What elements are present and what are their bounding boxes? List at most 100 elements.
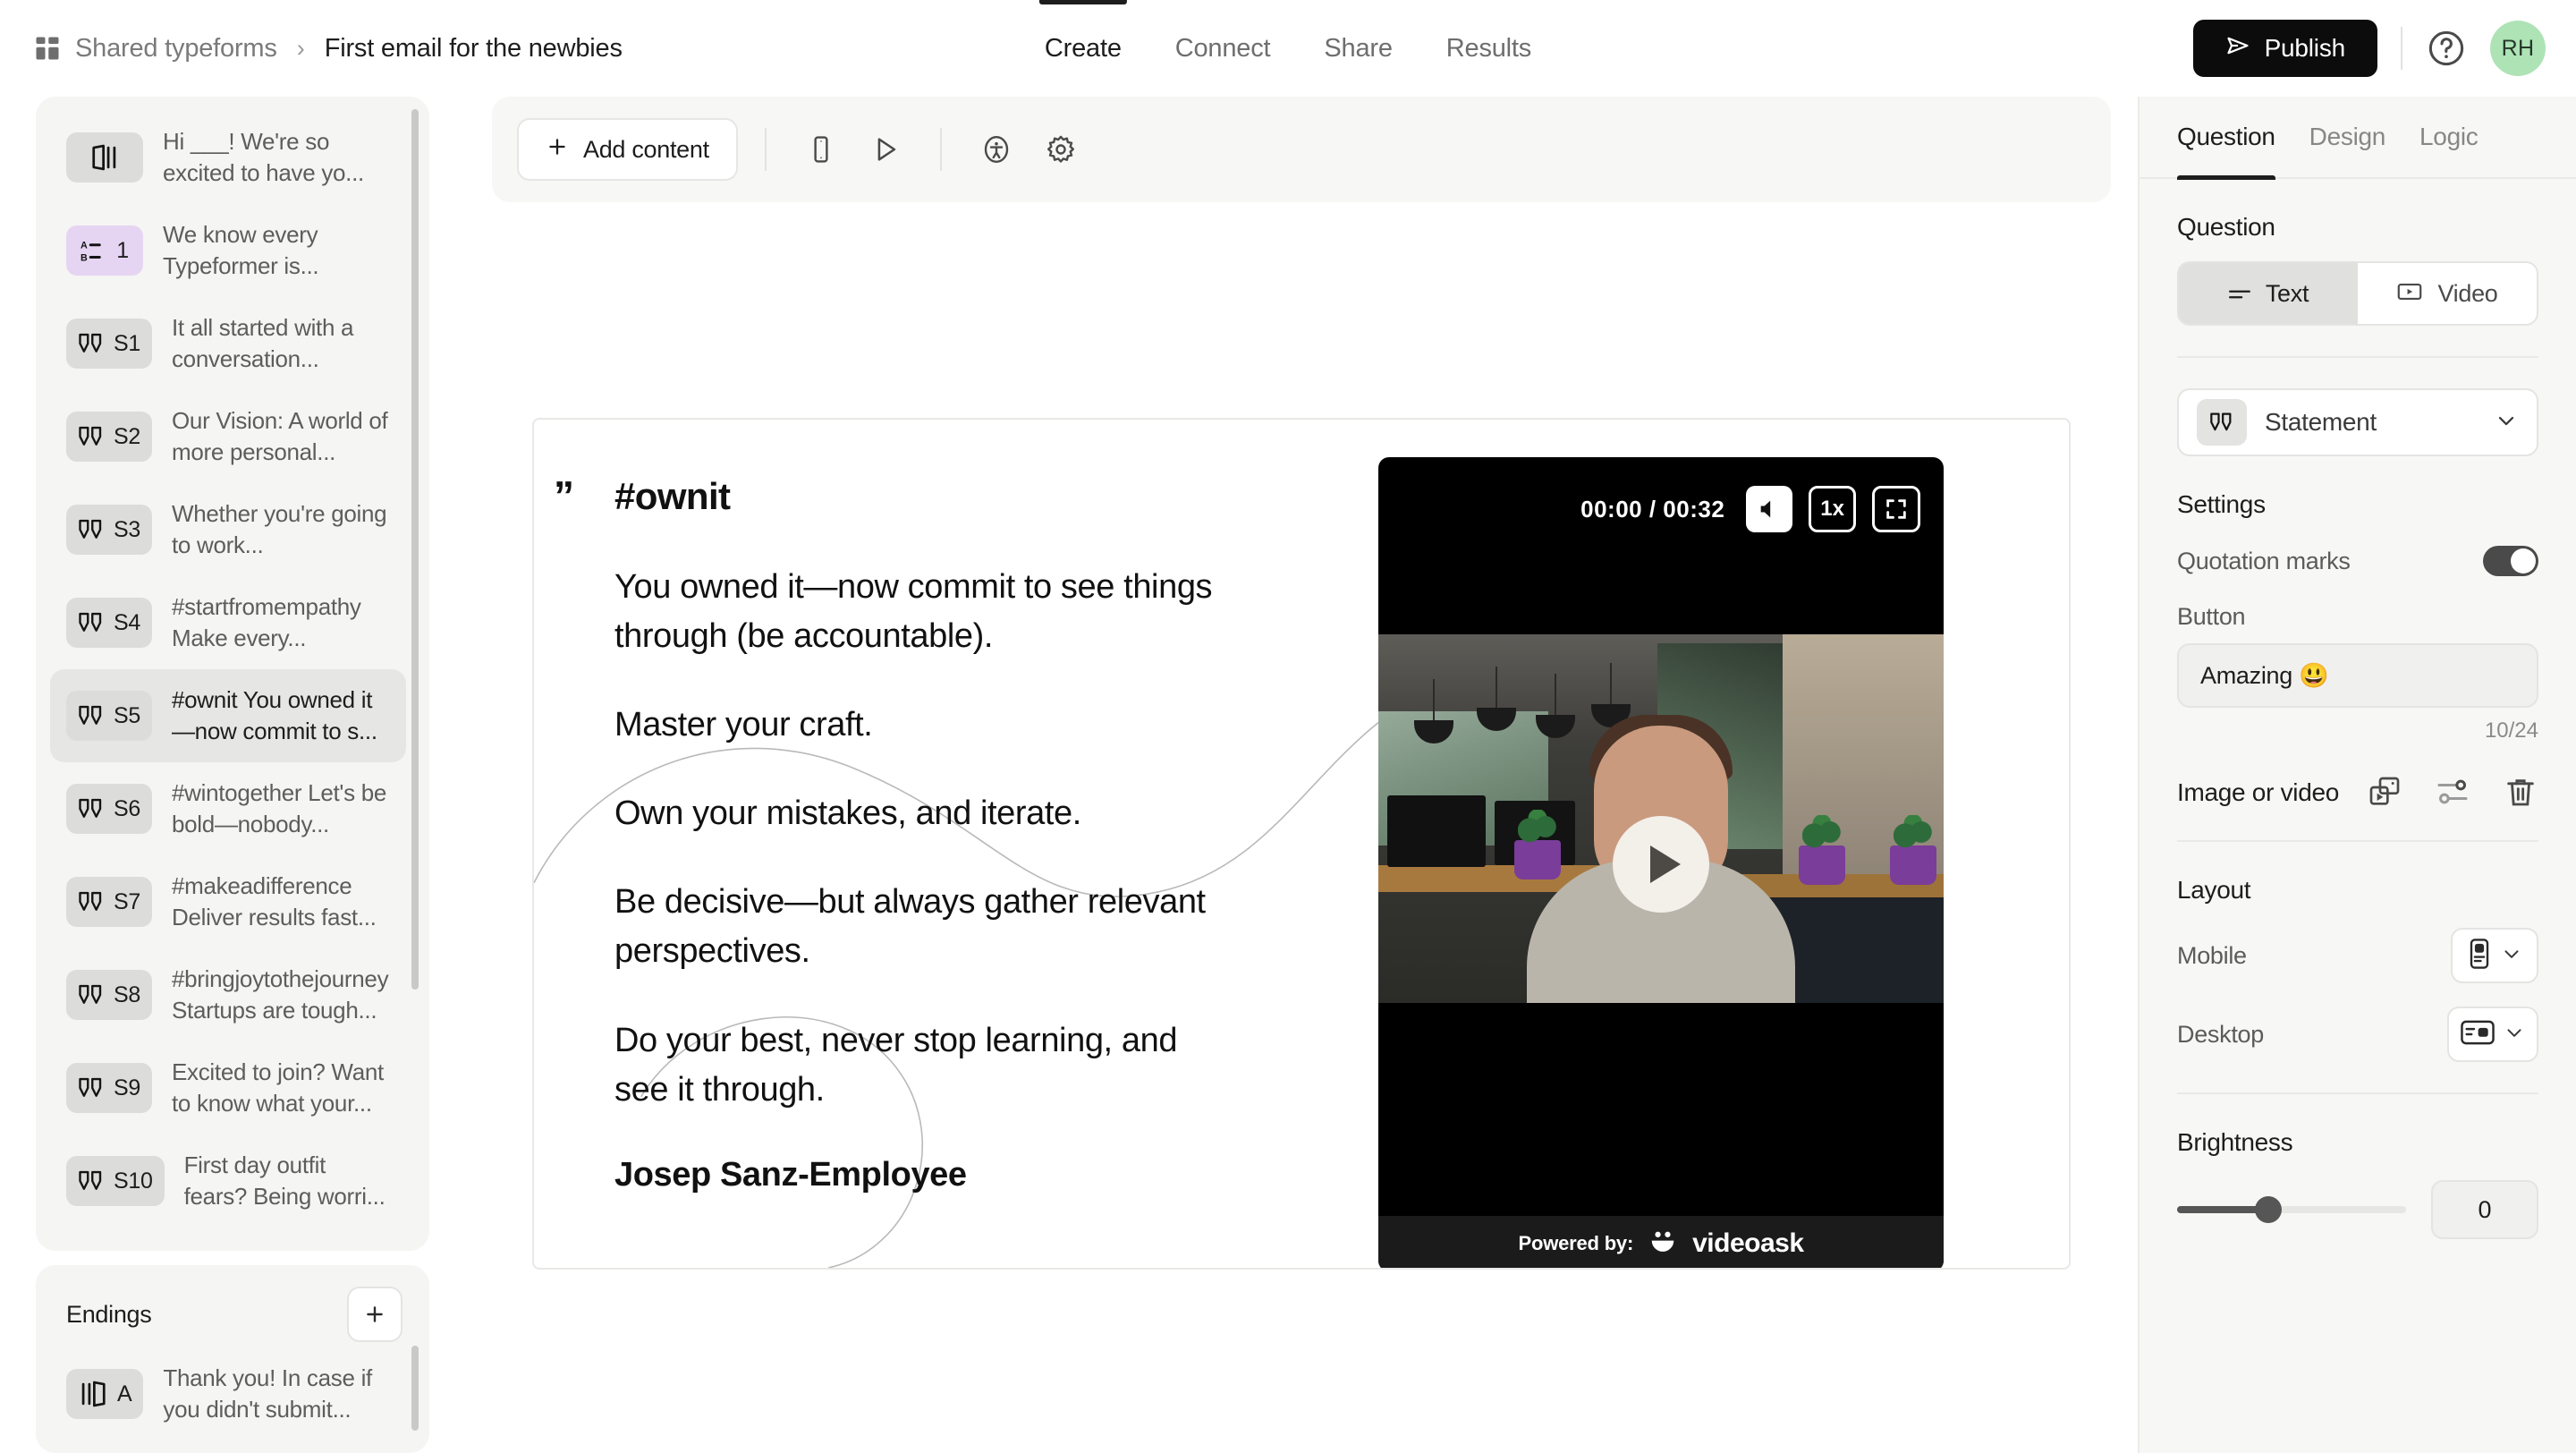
play-preview-icon[interactable] bbox=[858, 122, 913, 177]
fullscreen-icon[interactable] bbox=[1872, 486, 1920, 532]
svg-text:A: A bbox=[80, 241, 88, 251]
mode-video-option[interactable]: Video bbox=[2358, 263, 2537, 324]
slide-preview[interactable]: ” #ownit You owned it—now commit to see … bbox=[532, 418, 2071, 1270]
brightness-value-input[interactable]: 0 bbox=[2431, 1180, 2538, 1239]
sidebar-item-label: Our Vision: A world of more personal... bbox=[171, 407, 388, 465]
play-icon bbox=[1650, 845, 1681, 883]
slide-paragraph: Master your craft. bbox=[614, 706, 873, 744]
settings-gear-icon[interactable] bbox=[1033, 122, 1089, 177]
top-bar: Shared typeforms › First email for the n… bbox=[0, 0, 2576, 97]
question-list-scrollbar[interactable] bbox=[411, 109, 424, 1238]
sidebar-item-s4[interactable]: S4 #startfromempathy Make every... bbox=[50, 576, 406, 669]
playback-speed-button[interactable]: 1x bbox=[1809, 486, 1856, 532]
brightness-control: 0 bbox=[2177, 1180, 2538, 1239]
sidebar-item-badge: S4 bbox=[114, 609, 140, 635]
breadcrumb-root-link[interactable]: Shared typeforms bbox=[75, 34, 277, 64]
sidebar-item-badge: 1 bbox=[116, 237, 129, 263]
mobile-layout-label: Mobile bbox=[2177, 941, 2247, 969]
nav-tab-connect[interactable]: Connect bbox=[1175, 0, 1271, 97]
quote-icon: S7 bbox=[66, 877, 152, 927]
slide-author: Josep Sanz-Employee bbox=[614, 1155, 967, 1194]
adjust-media-icon[interactable] bbox=[2435, 774, 2470, 810]
quotation-marks-toggle[interactable] bbox=[2483, 546, 2538, 576]
breadcrumb: Shared typeforms › First email for the n… bbox=[34, 34, 623, 64]
quote-icon: S10 bbox=[66, 1156, 165, 1206]
sidebar-item-s1[interactable]: S1 It all started with a conversation... bbox=[50, 297, 406, 390]
properties-tabs: Question Design Logic bbox=[2140, 96, 2576, 180]
breadcrumb-current-title[interactable]: First email for the newbies bbox=[325, 34, 623, 64]
sidebar-item-s9[interactable]: S9 Excited to join? Want to know what yo… bbox=[50, 1041, 406, 1134]
media-actions bbox=[2367, 774, 2538, 810]
sidebar-item-badge: S7 bbox=[114, 888, 140, 914]
nav-tab-create[interactable]: Create bbox=[1038, 0, 1127, 97]
volume-icon[interactable] bbox=[1746, 486, 1793, 532]
send-icon bbox=[2225, 33, 2250, 64]
accessibility-icon[interactable] bbox=[969, 122, 1024, 177]
sidebar-item-label: First day outfit fears? Being worri... bbox=[183, 1151, 386, 1210]
ending-item-a[interactable]: A Thank you! In case if you didn't submi… bbox=[50, 1347, 422, 1440]
mode-text-label: Text bbox=[2265, 279, 2309, 307]
mobile-layout-select[interactable] bbox=[2451, 928, 2538, 983]
play-button[interactable] bbox=[1613, 816, 1709, 913]
quote-icon: S1 bbox=[66, 319, 152, 369]
quote-icon: S3 bbox=[66, 505, 152, 555]
brightness-slider[interactable] bbox=[2177, 1196, 2406, 1223]
add-ending-button[interactable] bbox=[347, 1287, 402, 1342]
workspace: Hi ___! We're so excited to have yo... A… bbox=[0, 97, 2576, 1453]
sidebar-item-multiple-choice[interactable]: A B 1 We know every Typeformer is... bbox=[50, 204, 406, 297]
question-list[interactable]: Hi ___! We're so excited to have yo... A… bbox=[50, 111, 422, 1236]
scrollbar-thumb[interactable] bbox=[411, 109, 419, 990]
video-player[interactable]: 00:00 / 00:32 1x Powered by: videoask bbox=[1378, 457, 1944, 1268]
sidebar-item-badge: S10 bbox=[114, 1168, 153, 1194]
add-content-button[interactable]: Add content bbox=[517, 118, 738, 181]
endings-scrollbar[interactable] bbox=[411, 1278, 424, 1440]
breadcrumb-separator: › bbox=[296, 34, 305, 62]
question-type-label: Statement bbox=[2265, 408, 2377, 436]
help-icon[interactable] bbox=[2426, 28, 2467, 69]
divider bbox=[764, 128, 767, 171]
sidebar-item-s8[interactable]: S8 #bringjoytothejourney Startups are to… bbox=[50, 948, 406, 1041]
sidebar-item-s10[interactable]: S10 First day outfit fears? Being worri.… bbox=[50, 1134, 406, 1228]
button-text-input[interactable]: Amazing 😃 bbox=[2177, 643, 2538, 708]
sidebar-item-s3[interactable]: S3 Whether you're going to work... bbox=[50, 483, 406, 576]
question-type-select[interactable]: Statement bbox=[2177, 388, 2538, 456]
playback-speed-label: 1x bbox=[1820, 497, 1844, 521]
settings-section-title: Settings bbox=[2177, 490, 2266, 518]
avatar[interactable]: RH bbox=[2490, 21, 2546, 76]
workspace-grid-icon[interactable] bbox=[34, 35, 61, 62]
divider bbox=[939, 128, 942, 171]
desktop-layout-select[interactable] bbox=[2447, 1007, 2538, 1062]
powered-by-label: Powered by: bbox=[1518, 1232, 1634, 1254]
plus-icon bbox=[546, 135, 569, 165]
endings-title: Endings bbox=[66, 1300, 152, 1328]
slide-paragraph: You owned it—now commit to see things th… bbox=[614, 568, 1213, 656]
tab-question[interactable]: Question bbox=[2177, 96, 2275, 180]
sidebar-item-s5[interactable]: S5 #ownit You owned it—now commit to s..… bbox=[50, 669, 406, 762]
sidebar-item-s6[interactable]: S6 #wintogether Let's be bold—nobody... bbox=[50, 762, 406, 855]
ending-item-label: Thank you! In case if you didn't submit.… bbox=[163, 1364, 372, 1423]
mode-text-option[interactable]: Text bbox=[2179, 263, 2358, 324]
tab-design[interactable]: Design bbox=[2309, 96, 2386, 178]
mobile-preview-icon[interactable] bbox=[793, 122, 849, 177]
canvas-toolbar: Add content bbox=[492, 97, 2111, 202]
question-section-title: Question bbox=[2177, 213, 2275, 241]
tab-logic[interactable]: Logic bbox=[2419, 96, 2479, 178]
desktop-layout-row: Desktop bbox=[2177, 1007, 2538, 1062]
question-mode-toggle: Text Video bbox=[2177, 261, 2538, 326]
scrollbar-thumb[interactable] bbox=[411, 1346, 419, 1432]
video-surface[interactable]: 00:00 / 00:32 1x Powered by: videoask bbox=[1378, 457, 1944, 1268]
divider bbox=[2177, 356, 2538, 358]
delete-media-icon[interactable] bbox=[2503, 774, 2538, 810]
replace-media-icon[interactable] bbox=[2367, 774, 2402, 810]
sidebar-item-label: #makeadifference Deliver results fast... bbox=[171, 872, 377, 930]
publish-button[interactable]: Publish bbox=[2192, 20, 2377, 77]
sidebar-item-welcome[interactable]: Hi ___! We're so excited to have yo... bbox=[50, 111, 406, 204]
sidebar-item-s2[interactable]: S2 Our Vision: A world of more personal.… bbox=[50, 390, 406, 483]
nav-tab-share[interactable]: Share bbox=[1324, 0, 1393, 97]
chevron-down-icon bbox=[2494, 408, 2519, 438]
sidebar-item-badge: S2 bbox=[114, 423, 140, 449]
endings-header: Endings bbox=[50, 1281, 422, 1347]
sidebar-item-s7[interactable]: S7 #makeadifference Deliver results fast… bbox=[50, 855, 406, 948]
sidebar-item-badge: S9 bbox=[114, 1075, 140, 1100]
nav-tab-results[interactable]: Results bbox=[1446, 0, 1532, 97]
